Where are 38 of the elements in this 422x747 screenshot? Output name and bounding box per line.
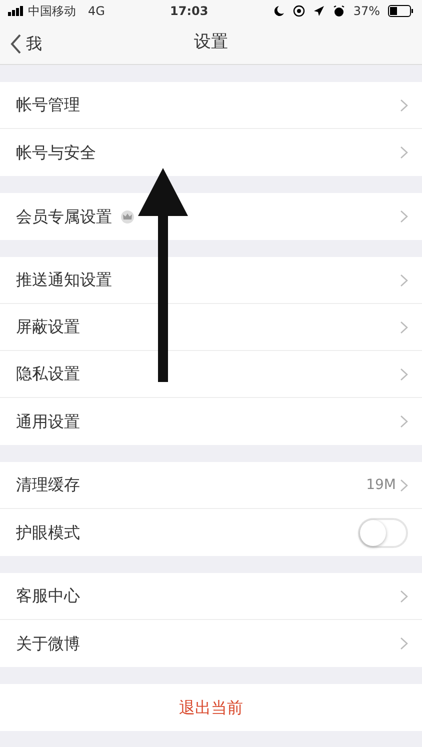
chevron-icon [400, 320, 408, 334]
row-label: 推送通知设置 [16, 269, 112, 291]
row-label: 帐号与安全 [16, 142, 96, 164]
location-icon [313, 5, 326, 17]
chevron-icon [400, 146, 408, 159]
carrier-name: 中国移动 [28, 3, 76, 20]
chevron-icon [400, 98, 408, 112]
logout-button[interactable]: 退出当前 [0, 684, 422, 731]
row-label: 屏蔽设置 [16, 316, 80, 338]
crown-icon [120, 210, 135, 224]
chevron-icon [400, 637, 408, 650]
status-time: 17:03 [170, 3, 208, 20]
chevron-icon [400, 274, 408, 286]
row-label: 关于微博 [16, 632, 80, 654]
row-label: 隐私设置 [16, 363, 80, 385]
battery-percent: 37% [353, 3, 380, 20]
chevron-icon [400, 590, 408, 602]
moon-icon [273, 5, 286, 17]
row-value: 19M [366, 476, 396, 494]
row-label: 会员专属设置 [16, 206, 112, 228]
network-type: 4G [88, 3, 105, 20]
rotation-lock-icon [293, 5, 306, 17]
back-icon [10, 34, 22, 54]
row-label: 帐号管理 [16, 94, 80, 116]
chevron-icon [400, 478, 408, 492]
chevron-icon [400, 210, 408, 223]
chevron-icon [400, 368, 408, 380]
row-label: 客服中心 [16, 585, 80, 607]
back-button[interactable]: 我 [10, 22, 42, 65]
alarm-icon [333, 5, 346, 17]
row-label: 通用设置 [16, 410, 80, 432]
row-label: 清理缓存 [16, 474, 80, 496]
toggle-switch[interactable] [358, 518, 408, 548]
battery-icon [388, 5, 414, 17]
page-title: 设置 [194, 31, 228, 54]
signal-icon [8, 6, 24, 16]
chevron-icon [400, 415, 408, 428]
row-label: 护眼模式 [16, 522, 80, 544]
